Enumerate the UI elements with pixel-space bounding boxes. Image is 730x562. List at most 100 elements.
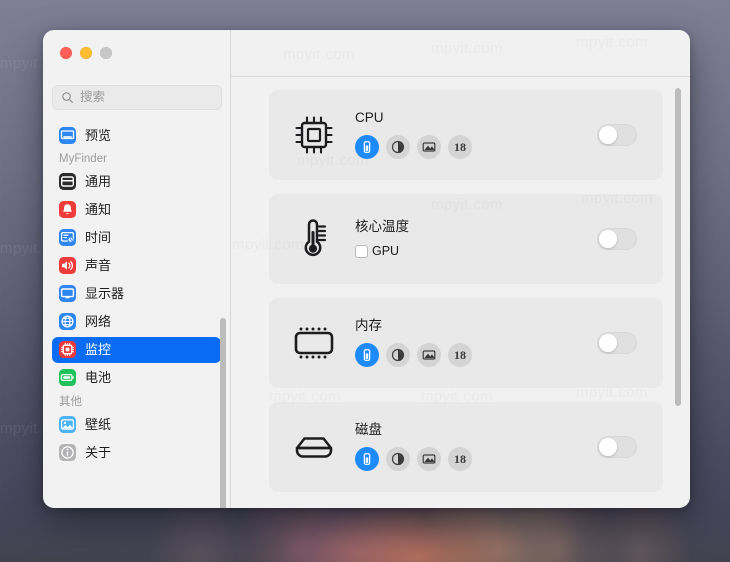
sidebar-item-label: 网络 (85, 314, 112, 329)
number-icon: 18 (454, 140, 466, 155)
toggle-knob (599, 230, 617, 248)
close-button[interactable] (60, 47, 72, 59)
display-mode-options: 18 (355, 343, 597, 368)
core-temperature-toggle[interactable] (597, 228, 637, 250)
search-input[interactable]: 搜索 (52, 85, 222, 110)
bar-gauge-option[interactable] (355, 447, 379, 472)
traffic-lights (60, 47, 112, 59)
card-title: CPU (355, 109, 384, 125)
sidebar-item-label: 时间 (85, 230, 112, 245)
disk-icon (291, 424, 337, 470)
speaker-icon (59, 257, 76, 274)
sidebar-item-battery[interactable]: 电池 (52, 365, 221, 391)
info-icon (59, 443, 76, 461)
thermometer-icon (291, 216, 337, 262)
card-body: CPU 18 (355, 111, 597, 160)
number-icon: 18 (454, 452, 466, 467)
sidebar-list: 预览 MyFinder 通用通知时间声音显示器网络监控电池 其他 壁纸关于 (43, 122, 230, 508)
monitor-chip-icon (59, 341, 76, 358)
battery-icon (59, 369, 76, 386)
sidebar-item-speaker[interactable]: 声音 (52, 253, 221, 279)
sidebar-item-label: 监控 (85, 342, 112, 357)
toggle-knob (599, 438, 617, 456)
sidebar-item-label: 通用 (85, 174, 112, 189)
sidebar-item-label: 预览 (85, 127, 112, 143)
cpu-chip-icon (291, 112, 337, 158)
graph-option[interactable] (417, 343, 441, 368)
contrast-icon (391, 452, 405, 466)
sidebar-item-preview[interactable]: 预览 (52, 122, 221, 148)
gpu-checkbox[interactable]: GPU (355, 244, 597, 258)
sidebar-item-label: 壁纸 (85, 416, 112, 432)
sidebar-item-label: 电池 (85, 370, 112, 385)
bar-gauge-option[interactable] (355, 135, 379, 160)
bar-gauge-icon (360, 140, 374, 154)
graph-option[interactable] (417, 135, 441, 160)
card-title: 磁盘 (355, 421, 382, 437)
toolbar (231, 30, 690, 77)
contrast-icon (391, 348, 405, 362)
card-cpu: CPU 18 (269, 90, 663, 180)
sidebar-item-label: 通知 (85, 202, 112, 217)
sidebar-item-label: 显示器 (85, 286, 125, 301)
display-icon (59, 285, 76, 302)
display-mode-options: 18 (355, 135, 597, 160)
sidebar-item-display[interactable]: 显示器 (52, 281, 221, 307)
sidebar: 搜索 预览 MyFinder 通用通知时间声音显示器网络监控电池 其他 壁纸关于 (43, 30, 231, 508)
toggle-knob (599, 334, 617, 352)
disk-toggle[interactable] (597, 436, 637, 458)
number-option[interactable]: 18 (448, 343, 472, 368)
graph-icon (422, 348, 436, 362)
sidebar-item-label: 声音 (85, 258, 112, 273)
sidebar-item-monitor-chip[interactable]: 监控 (52, 336, 221, 363)
content-panel: mpyit.commpyit.commpyit.commpyit.commpyi… (231, 30, 690, 508)
search-icon (61, 91, 74, 104)
number-option[interactable]: 18 (448, 447, 472, 472)
sidebar-item-clock[interactable]: 时间 (52, 225, 221, 251)
sidebar-item-bell[interactable]: 通知 (52, 197, 221, 223)
card-body: 内存 18 (355, 319, 597, 368)
settings-window: 搜索 预览 MyFinder 通用通知时间声音显示器网络监控电池其他壁纸关于 mpy… (43, 30, 690, 508)
card-title: 内存 (355, 317, 382, 333)
clock-icon (59, 229, 76, 246)
sidebar-group-header: MyFinder (59, 153, 107, 165)
globe-icon (59, 313, 76, 330)
content-scrollbar[interactable] (675, 88, 681, 406)
contrast-option[interactable] (386, 447, 410, 472)
desktop: mpyit.commpyit.commpyit.commpyit.commpyi… (0, 0, 730, 562)
graph-icon (422, 452, 436, 466)
sidebar-scrollbar[interactable] (220, 318, 226, 508)
zoom-button[interactable] (100, 47, 112, 59)
cpu-toggle[interactable] (597, 124, 637, 146)
checkbox-box[interactable] (355, 244, 368, 258)
cards-list: CPU 18 核心温度 GPU 内存 18 磁盘 18 (231, 78, 690, 508)
contrast-option[interactable] (386, 343, 410, 368)
card-core-temperature: 核心温度 GPU (269, 194, 663, 284)
bar-gauge-icon (360, 348, 374, 362)
sidebar-item-info[interactable]: 关于 (52, 439, 221, 465)
sidebar-group-header: 其他 (59, 395, 82, 408)
card-disk: 磁盘 18 (269, 402, 663, 492)
number-icon: 18 (454, 348, 466, 363)
graph-option[interactable] (417, 447, 441, 472)
sidebar-item-globe[interactable]: 网络 (52, 309, 221, 335)
wallpaper-icon (59, 415, 76, 433)
sidebar-item-label: 关于 (85, 444, 112, 460)
search-placeholder: 搜索 (80, 90, 106, 105)
preview-icon (59, 126, 76, 144)
sidebar-item-wallpaper[interactable]: 壁纸 (52, 411, 221, 437)
minimize-button[interactable] (80, 47, 92, 59)
sidebar-item-general[interactable]: 通用 (52, 169, 221, 195)
card-body: 核心温度 GPU (355, 220, 597, 258)
memory-chip-icon (291, 320, 337, 366)
contrast-icon (391, 140, 405, 154)
card-body: 磁盘 18 (355, 423, 597, 472)
graph-icon (422, 140, 436, 154)
display-mode-options: 18 (355, 447, 597, 472)
number-option[interactable]: 18 (448, 135, 472, 160)
contrast-option[interactable] (386, 135, 410, 160)
memory-toggle[interactable] (597, 332, 637, 354)
bar-gauge-icon (360, 452, 374, 466)
checkbox-label: GPU (372, 244, 400, 258)
bar-gauge-option[interactable] (355, 343, 379, 368)
